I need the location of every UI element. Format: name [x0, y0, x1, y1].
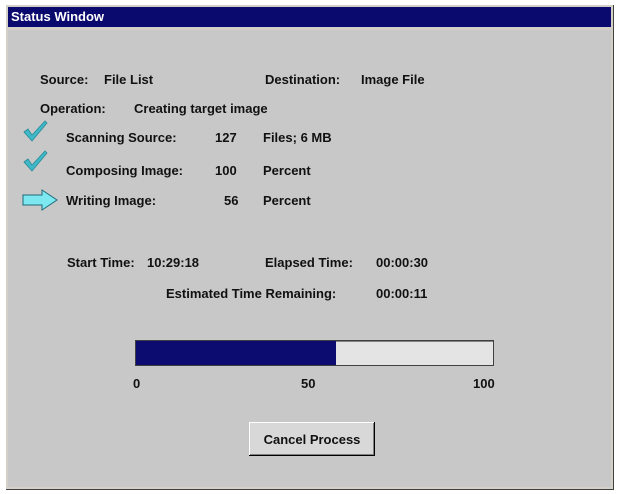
step-writing-label: Writing Image:: [66, 193, 157, 208]
step-composing-value: 100: [215, 163, 237, 178]
step-scanning-unit: Files; 6 MB: [263, 130, 332, 145]
start-time-value: 10:29:18: [147, 255, 200, 270]
step-composing-unit: Percent: [263, 163, 311, 178]
window-client-area: Source: File List Destination: Image Fil…: [8, 30, 611, 487]
start-time-label: Start Time:: [67, 255, 135, 270]
destination-value: Image File: [361, 72, 425, 87]
step-composing-label: Composing Image:: [66, 163, 184, 178]
status-window: Status Window Source: File List Destinat…: [5, 4, 614, 490]
title-bar[interactable]: Status Window: [8, 7, 611, 27]
remaining-time-label: Estimated Time Remaining:: [166, 286, 337, 301]
source-value: File List: [104, 72, 154, 87]
progress-bar: [135, 340, 494, 366]
checkmark-icon: [23, 150, 48, 172]
progress-scale-max: 100: [473, 376, 495, 391]
step-scanning-value: 127: [215, 130, 237, 145]
step-scanning-label: Scanning Source:: [66, 130, 177, 145]
elapsed-time-label: Elapsed Time:: [265, 255, 353, 270]
remaining-time-value: 00:00:11: [376, 286, 428, 301]
elapsed-time-value: 00:00:30: [376, 255, 429, 270]
arrow-right-icon: [22, 189, 58, 211]
progress-fill: [136, 341, 336, 365]
destination-label: Destination:: [265, 72, 341, 87]
checkmark-icon: [23, 120, 48, 142]
operation-label: Operation:: [40, 101, 106, 116]
progress-scale-min: 0: [133, 376, 141, 391]
cancel-process-button[interactable]: Cancel Process: [249, 422, 375, 456]
step-writing-unit: Percent: [263, 193, 311, 208]
operation-value: Creating target image: [134, 101, 268, 116]
source-label: Source:: [40, 72, 89, 87]
progress-scale-mid: 50: [301, 376, 316, 391]
window-title: Status Window: [11, 9, 105, 24]
step-writing-value: 56: [224, 193, 239, 208]
